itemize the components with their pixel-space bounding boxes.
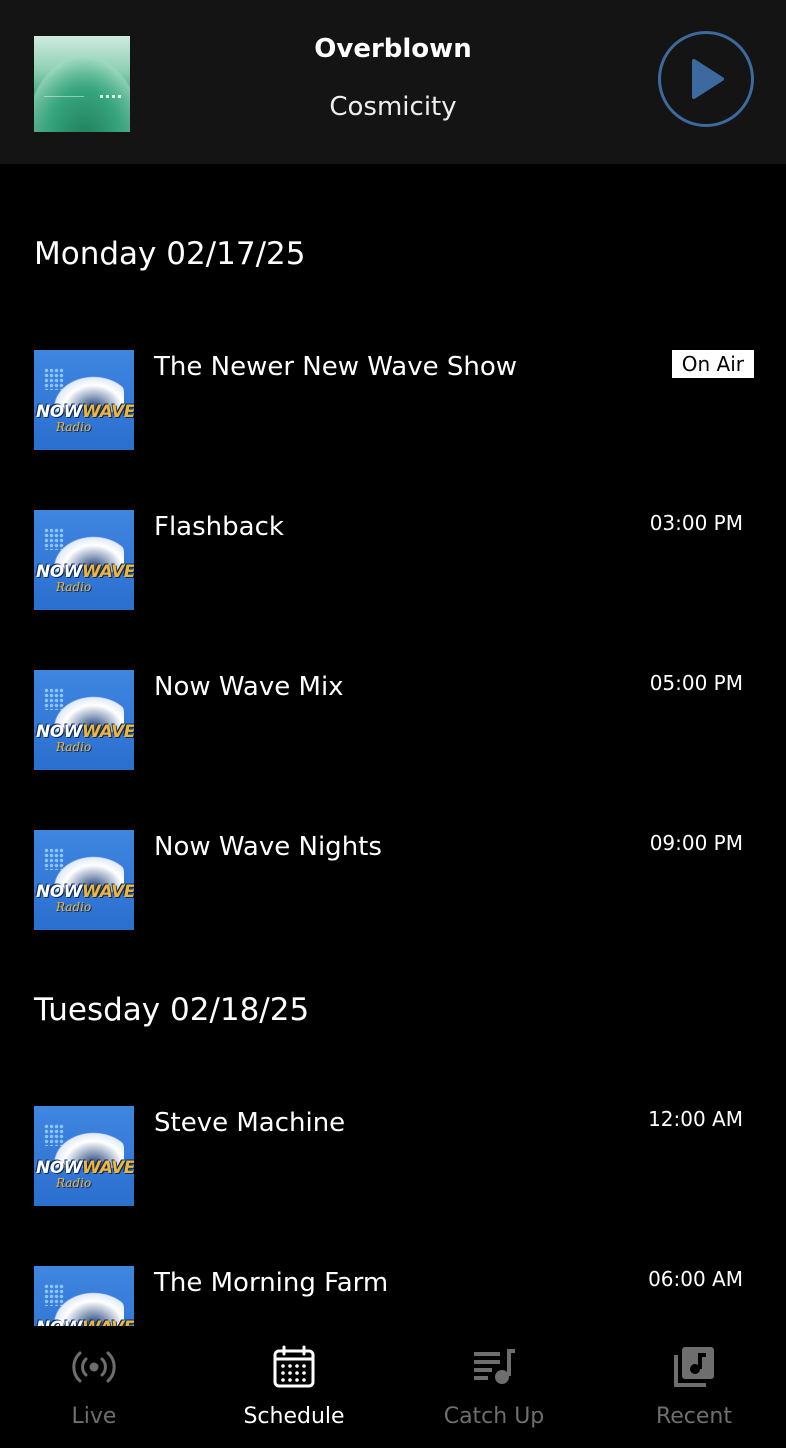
show-time: 05:00 PM xyxy=(649,671,743,695)
schedule-list[interactable]: Monday 02/17/25 NOWWAVE Radio The Newer N… xyxy=(0,164,786,1326)
play-icon xyxy=(692,59,724,99)
show-item[interactable]: NOWWAVE Radio The Newer New Wave Show On … xyxy=(34,350,754,450)
show-time: 06:00 AM xyxy=(648,1267,743,1291)
tab-label: Live xyxy=(71,1404,117,1429)
day-header: Monday 02/17/25 xyxy=(34,236,306,272)
show-logo: NOWWAVERadio xyxy=(34,830,134,930)
now-playing-bar: Overblown Cosmicity xyxy=(0,0,786,164)
show-logo: NOWWAVERadio xyxy=(34,510,134,610)
show-item[interactable]: NOWWAVE Radio Steve Machine 12:00 AM xyxy=(34,1106,754,1206)
play-button[interactable] xyxy=(658,31,754,127)
show-time: 09:00 PM xyxy=(649,831,743,855)
show-logo: NOWWAVERadio xyxy=(34,670,134,770)
day-header: Tuesday 02/18/25 xyxy=(34,992,310,1028)
show-name: Now Wave Nights xyxy=(154,832,382,862)
tab-recent[interactable]: Recent xyxy=(596,1326,786,1448)
show-time: 03:00 PM xyxy=(649,511,743,535)
tab-label: Recent xyxy=(655,1404,733,1429)
bottom-tab-bar: Live Schedule Catch Up Recent xyxy=(0,1326,786,1448)
show-item[interactable]: NOWWAVE Radio Now Wave Nights 09:00 PM xyxy=(34,830,754,930)
show-name: The Newer New Wave Show xyxy=(154,352,518,382)
show-name: Steve Machine xyxy=(154,1108,346,1138)
show-logo: NOWWAVERadio xyxy=(34,1106,134,1206)
playlist-icon xyxy=(469,1342,519,1392)
tab-schedule[interactable]: Schedule xyxy=(196,1326,392,1448)
tab-label: Schedule xyxy=(243,1404,345,1429)
show-item[interactable]: NOWWAVERadio The Morning Farm 06:00 AM xyxy=(34,1266,754,1326)
on-air-badge: On Air xyxy=(671,350,754,378)
tab-label: Catch Up xyxy=(443,1404,545,1429)
show-name: The Morning Farm xyxy=(154,1268,389,1298)
show-item[interactable]: NOWWAVE Radio Flashback 03:00 PM xyxy=(34,510,754,610)
broadcast-icon xyxy=(69,1342,119,1392)
show-name: Flashback xyxy=(154,512,284,542)
calendar-icon xyxy=(269,1342,319,1392)
show-time: 12:00 AM xyxy=(648,1107,743,1131)
show-item[interactable]: NOWWAVE Radio Now Wave Mix 05:00 PM xyxy=(34,670,754,770)
tab-catch-up[interactable]: Catch Up xyxy=(396,1326,592,1448)
tab-live[interactable]: Live xyxy=(0,1326,192,1448)
music-library-icon xyxy=(669,1342,719,1392)
show-logo: NOWWAVERadio xyxy=(34,1266,134,1326)
show-name: Now Wave Mix xyxy=(154,672,344,702)
show-logo: NOWWAVERadio xyxy=(34,350,134,450)
